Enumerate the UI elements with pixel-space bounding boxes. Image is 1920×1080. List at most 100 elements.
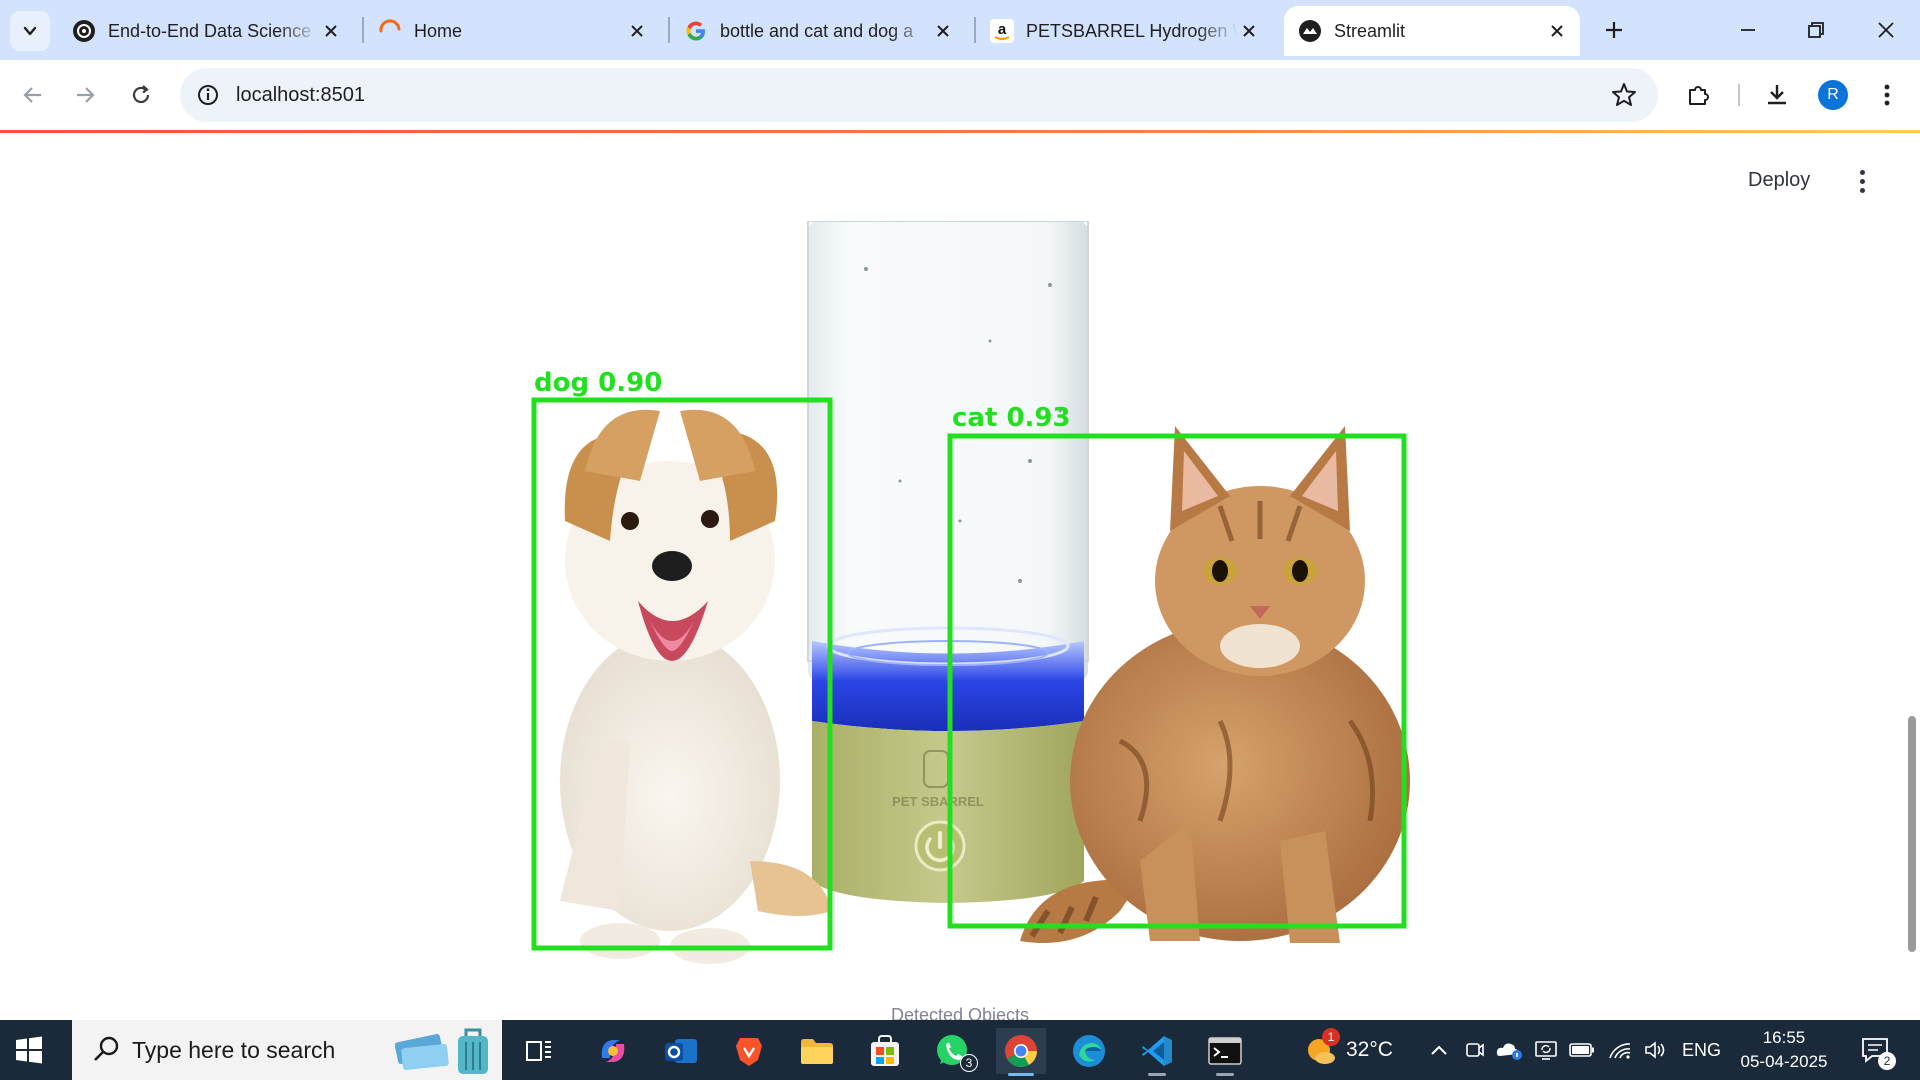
windows-start-icon[interactable] <box>14 1035 44 1065</box>
tab-end-to-end[interactable]: End-to-End Data Science <box>58 6 354 56</box>
weather-badge: 1 <box>1322 1028 1340 1046</box>
close-icon[interactable] <box>932 20 954 42</box>
chrome-menu-button[interactable] <box>1868 76 1906 114</box>
cloud-info-icon <box>1496 1043 1522 1060</box>
amazon-icon: a <box>990 19 1014 43</box>
plus-icon <box>1606 22 1622 38</box>
taskbar-copilot[interactable] <box>588 1028 638 1074</box>
close-icon[interactable] <box>1546 20 1568 42</box>
close-window-button[interactable] <box>1852 0 1920 60</box>
extensions-button[interactable] <box>1680 76 1718 114</box>
profile-avatar[interactable]: R <box>1818 80 1848 110</box>
chrome-icon <box>1005 1035 1037 1068</box>
taskbar-search-box[interactable]: Type here to search <box>72 1020 502 1080</box>
tab-title: End-to-End Data Science <box>108 20 312 41</box>
search-placeholder: Type here to search <box>132 1037 336 1063</box>
tray-wifi-icon[interactable] <box>1604 1020 1636 1080</box>
dog-detection-label: dog 0.90 <box>534 368 662 398</box>
wifi-icon <box>1609 1043 1631 1059</box>
tab-search-button[interactable] <box>10 11 50 51</box>
back-button[interactable] <box>14 76 52 114</box>
arrow-left-icon <box>23 87 41 103</box>
toolbar-divider <box>1738 84 1740 106</box>
arrow-right-icon <box>77 87 95 103</box>
screen-sync-icon <box>1535 1041 1557 1060</box>
store-icon <box>871 1035 899 1066</box>
main-menu-button[interactable] <box>1850 163 1874 199</box>
close-icon <box>1878 22 1894 38</box>
taskbar-brave[interactable] <box>724 1028 774 1074</box>
tray-battery-icon[interactable] <box>1566 1020 1598 1080</box>
dog-figure <box>560 409 832 964</box>
speaker-icon <box>1645 1041 1665 1059</box>
new-tab-button[interactable] <box>1596 12 1632 48</box>
notification-count: 2 <box>1878 1052 1896 1070</box>
outlook-icon <box>665 1039 697 1063</box>
image-caption: Detected Objects <box>890 1005 1030 1020</box>
minimize-icon <box>1741 29 1755 31</box>
tray-display-icon[interactable] <box>1530 1020 1562 1080</box>
puzzle-icon <box>1689 86 1709 105</box>
close-icon[interactable] <box>1238 20 1260 42</box>
svg-text:a: a <box>998 21 1007 38</box>
restore-button[interactable] <box>1782 0 1850 60</box>
temperature-text[interactable]: 32°C <box>1346 1038 1393 1062</box>
tray-onedrive-icon[interactable] <box>1494 1020 1526 1080</box>
taskbar-outlook[interactable] <box>656 1028 706 1074</box>
bottle-brand-text: PET SBARREL <box>892 794 984 809</box>
taskbar-file-explorer[interactable] <box>792 1028 842 1074</box>
tab-title: PETSBARREL Hydrogen W <box>1026 20 1238 41</box>
tray-volume-icon[interactable] <box>1640 1020 1672 1080</box>
tab-streamlit[interactable]: Streamlit <box>1284 6 1580 56</box>
url-text[interactable]: localhost:8501 <box>236 84 365 107</box>
battery-icon <box>1569 1043 1594 1057</box>
taskbar-edge[interactable] <box>1064 1028 1114 1074</box>
streamlit-icon <box>1298 19 1322 43</box>
tab-title: Streamlit <box>1334 20 1406 41</box>
google-icon <box>684 19 708 43</box>
close-icon[interactable] <box>626 20 648 42</box>
download-icon <box>1768 85 1786 105</box>
clock-time: 16:55 <box>1762 1028 1806 1047</box>
kebab-menu-icon <box>1884 84 1890 106</box>
restore-icon <box>1808 22 1824 38</box>
forward-button[interactable] <box>66 76 104 114</box>
downloads-button[interactable] <box>1758 76 1796 114</box>
site-info-icon[interactable] <box>194 81 222 114</box>
task-view-button[interactable] <box>514 1028 564 1074</box>
close-icon[interactable] <box>320 20 342 42</box>
task-view-icon <box>526 1041 551 1061</box>
tab-google-search[interactable]: bottle and cat and dog a <box>670 6 966 56</box>
tray-meet-icon[interactable] <box>1460 1020 1490 1080</box>
deploy-button[interactable]: Deploy <box>1748 169 1810 192</box>
tab-home[interactable]: Home <box>364 6 660 56</box>
streamlit-app: Deploy PET SBARREL dog 0.90 cat 0.93 Det… <box>0 133 1920 1020</box>
search-highlight-travel-icon <box>394 1028 488 1074</box>
weather-widget[interactable]: 1 <box>1300 1020 1342 1080</box>
detection-result-image: PET SBARREL dog 0.90 cat 0.93 <box>531 221 1410 964</box>
bookmark-star-icon[interactable] <box>1610 81 1638 114</box>
terminal-icon <box>1208 1037 1242 1065</box>
language-indicator[interactable]: ENG <box>1682 1040 1721 1061</box>
taskbar-vscode[interactable] <box>1132 1028 1182 1076</box>
tab-amazon[interactable]: a PETSBARREL Hydrogen W <box>976 6 1272 56</box>
reload-button[interactable] <box>122 76 160 114</box>
camera-icon <box>1466 1043 1484 1057</box>
minimize-button[interactable] <box>1714 0 1782 60</box>
openai-icon <box>72 19 96 43</box>
show-hidden-icons-button[interactable] <box>1424 1020 1454 1080</box>
taskbar-clock[interactable]: 16:55 05-04-2025 <box>1732 1026 1836 1074</box>
folder-icon <box>801 1039 833 1064</box>
vscode-icon <box>1142 1036 1172 1066</box>
tab-title: Home <box>414 20 463 41</box>
whatsapp-badge: 3 <box>960 1054 978 1072</box>
notification-center-button[interactable]: 2 <box>1850 1020 1900 1080</box>
address-bar[interactable]: localhost:8501 <box>180 68 1658 122</box>
chevron-up-icon <box>1431 1045 1447 1055</box>
taskbar-terminal[interactable] <box>1200 1028 1250 1076</box>
taskbar-chrome[interactable] <box>996 1028 1046 1076</box>
chevron-down-icon <box>23 26 37 36</box>
taskbar-microsoft-store[interactable] <box>860 1028 910 1074</box>
page-scrollbar[interactable] <box>1908 716 1916 952</box>
taskbar-whatsapp[interactable]: 3 <box>928 1028 978 1074</box>
